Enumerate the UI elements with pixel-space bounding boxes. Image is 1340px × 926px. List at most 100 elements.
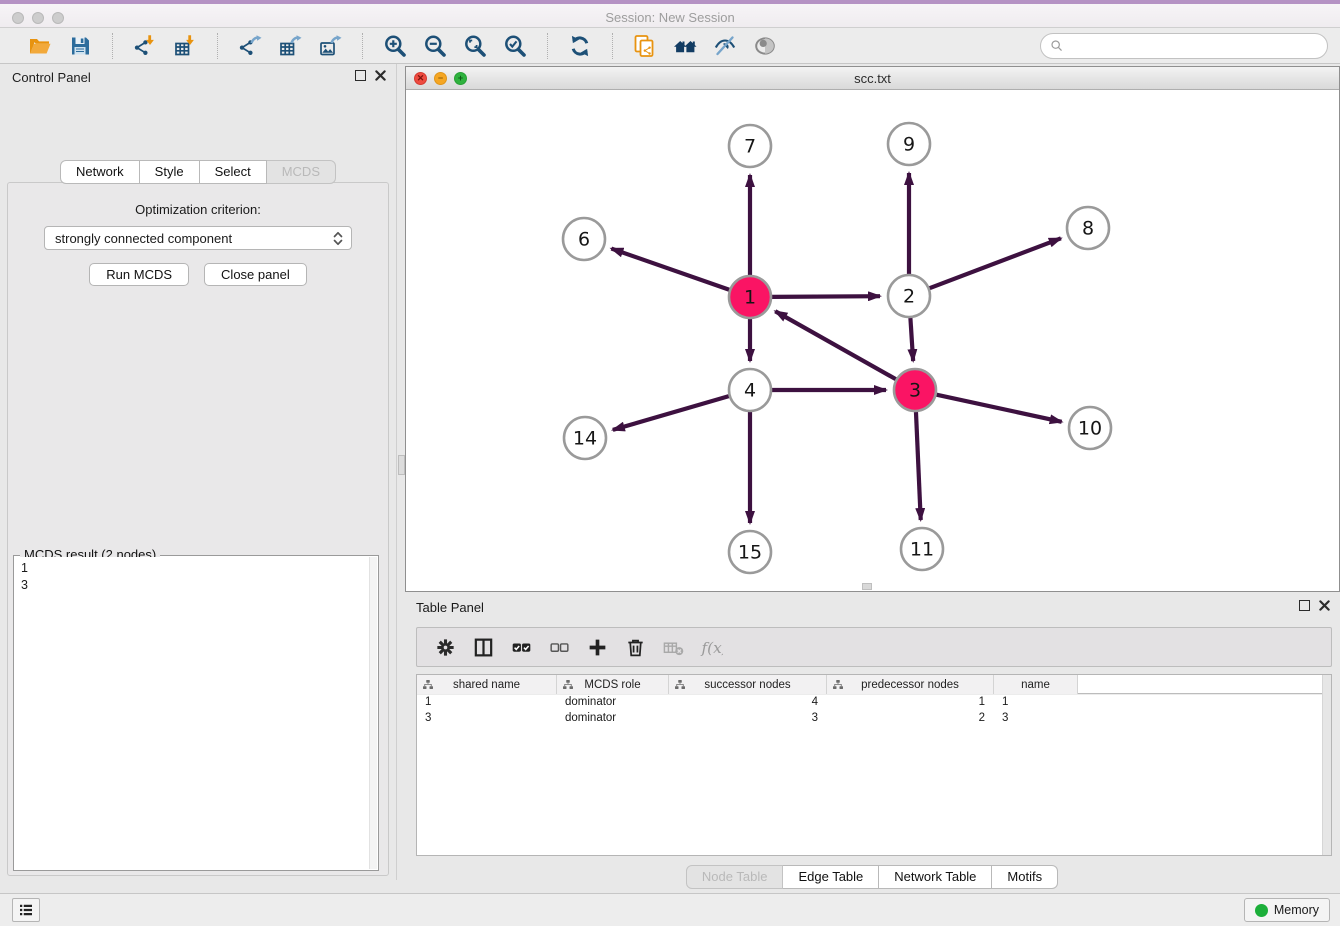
window-titlebar: Session: New Session [0, 0, 1340, 28]
table-panel-title: Table Panel [416, 600, 484, 615]
export-image-icon[interactable] [315, 32, 345, 60]
splitter-grip[interactable] [398, 455, 405, 475]
toolbar-separator [612, 33, 613, 59]
hide-details-icon[interactable] [710, 32, 740, 60]
graph-node-label-10: 10 [1078, 418, 1102, 440]
table-cell[interactable]: 1 [827, 694, 994, 710]
graph-node-label-14: 14 [573, 428, 597, 450]
tab-network-table[interactable]: Network Table [879, 865, 992, 889]
create-column-icon[interactable] [584, 634, 610, 660]
application-window: Session: New Session Control Panel Netwo… [0, 0, 1340, 926]
close-panel-button[interactable]: Close panel [204, 263, 307, 286]
select-all-columns-icon[interactable] [508, 634, 534, 660]
tab-select[interactable]: Select [200, 160, 267, 184]
memory-label: Memory [1274, 903, 1319, 917]
column-header-label: shared name [453, 679, 520, 691]
table-cell[interactable]: 2 [827, 710, 994, 726]
first-neighbors-icon[interactable] [670, 32, 700, 60]
tab-style[interactable]: Style [140, 160, 200, 184]
hierarchy-icon [674, 679, 686, 691]
tab-network[interactable]: Network [60, 160, 140, 184]
zoom-fit-icon[interactable] [460, 32, 490, 60]
column-settings-icon[interactable] [432, 634, 458, 660]
delete-column-icon[interactable] [622, 634, 648, 660]
save-session-icon[interactable] [65, 32, 95, 60]
close-panel-icon[interactable] [375, 70, 386, 81]
zoom-selected-icon[interactable] [500, 32, 530, 60]
zoom-out-icon[interactable] [420, 32, 450, 60]
tab-mcds[interactable]: MCDS [267, 160, 336, 184]
table-row[interactable]: 3dominator323 [417, 710, 1331, 726]
network-graph[interactable]: 7968124314101511 [406, 90, 1339, 591]
column-header-shared-name[interactable]: shared name [417, 675, 557, 694]
run-mcds-button[interactable]: Run MCDS [89, 263, 189, 286]
graph-edge-3-11[interactable] [916, 412, 921, 520]
open-session-icon[interactable] [25, 32, 55, 60]
search-icon [1049, 38, 1065, 54]
float-panel-icon[interactable] [355, 70, 366, 81]
clone-network-icon[interactable] [630, 32, 660, 60]
graph-edge-3-10[interactable] [936, 395, 1061, 422]
network-canvas[interactable]: 7968124314101511 [406, 90, 1339, 591]
graph-node-label-7: 7 [744, 136, 756, 158]
graph-node-label-11: 11 [910, 539, 934, 561]
tab-motifs[interactable]: Motifs [992, 865, 1058, 889]
criterion-select-value: strongly connected component [55, 231, 232, 246]
show-details-icon[interactable] [750, 32, 780, 60]
export-table-icon[interactable] [275, 32, 305, 60]
canvas-scroll-thumb[interactable] [862, 583, 872, 590]
close-table-panel-icon[interactable] [1319, 600, 1330, 611]
column-header-label: name [1021, 679, 1050, 691]
table-scrollbar[interactable] [1322, 675, 1331, 855]
task-history-button[interactable] [12, 898, 40, 922]
select-stepper-icon [331, 230, 345, 250]
export-network-icon[interactable] [235, 32, 265, 60]
table-cell[interactable]: 3 [669, 710, 827, 726]
search-input[interactable] [1069, 36, 1319, 56]
apply-layout-icon[interactable] [565, 32, 595, 60]
import-network-icon[interactable] [130, 32, 160, 60]
network-view-window: ✕ − + scc.txt 7968124314101511 [405, 66, 1340, 592]
table-cell[interactable]: 1 [417, 694, 557, 710]
graph-edge-1-6[interactable] [611, 249, 729, 290]
float-table-panel-icon[interactable] [1299, 600, 1310, 611]
graph-edge-1-2[interactable] [772, 296, 880, 297]
graph-edge-2-3[interactable] [910, 318, 913, 361]
table-cell[interactable]: dominator [557, 694, 669, 710]
function-builder-icon: f(x) [698, 634, 724, 660]
graph-edge-4-14[interactable] [613, 396, 729, 430]
split-columns-icon[interactable] [470, 634, 496, 660]
zoom-in-icon[interactable] [380, 32, 410, 60]
mcds-result-line: 3 [21, 577, 363, 594]
unselect-all-columns-icon[interactable] [546, 634, 572, 660]
column-header-predecessor-nodes[interactable]: predecessor nodes [827, 675, 994, 694]
node-table[interactable]: shared name MCDS rolesuccessor nodesprede… [416, 674, 1332, 856]
table-cell[interactable]: 3 [994, 710, 1078, 726]
toolbar-separator [547, 33, 548, 59]
mcds-result-line: 1 [21, 560, 363, 577]
table-cell[interactable]: dominator [557, 710, 669, 726]
graph-edge-2-8[interactable] [930, 238, 1061, 288]
search-field[interactable] [1040, 33, 1328, 59]
mcds-result-scrollbar[interactable] [369, 557, 377, 869]
mcds-result-text[interactable]: 13 [15, 557, 369, 869]
table-row[interactable]: 1dominator411 [417, 694, 1331, 710]
main-toolbar [0, 28, 1340, 64]
column-header-MCDS-role[interactable]: MCDS role [557, 675, 669, 694]
memory-button[interactable]: Memory [1244, 898, 1330, 922]
column-header-name[interactable]: name [994, 675, 1078, 694]
hierarchy-icon [562, 679, 574, 691]
import-table-icon[interactable] [170, 32, 200, 60]
tab-node-table[interactable]: Node Table [686, 865, 784, 889]
table-toolbar: f(x) [416, 627, 1332, 667]
toolbar-separator [112, 33, 113, 59]
column-header-successor-nodes[interactable]: successor nodes [669, 675, 827, 694]
table-cell[interactable]: 3 [417, 710, 557, 726]
tab-edge-table[interactable]: Edge Table [783, 865, 879, 889]
table-cell[interactable]: 1 [994, 694, 1078, 710]
network-window-titlebar[interactable]: ✕ − + scc.txt [406, 67, 1339, 90]
graph-edge-3-1[interactable] [775, 311, 896, 379]
criterion-select[interactable]: strongly connected component [44, 226, 352, 250]
table-tabs: Node TableEdge TableNetwork TableMotifs [686, 865, 1058, 889]
table-cell[interactable]: 4 [669, 694, 827, 710]
